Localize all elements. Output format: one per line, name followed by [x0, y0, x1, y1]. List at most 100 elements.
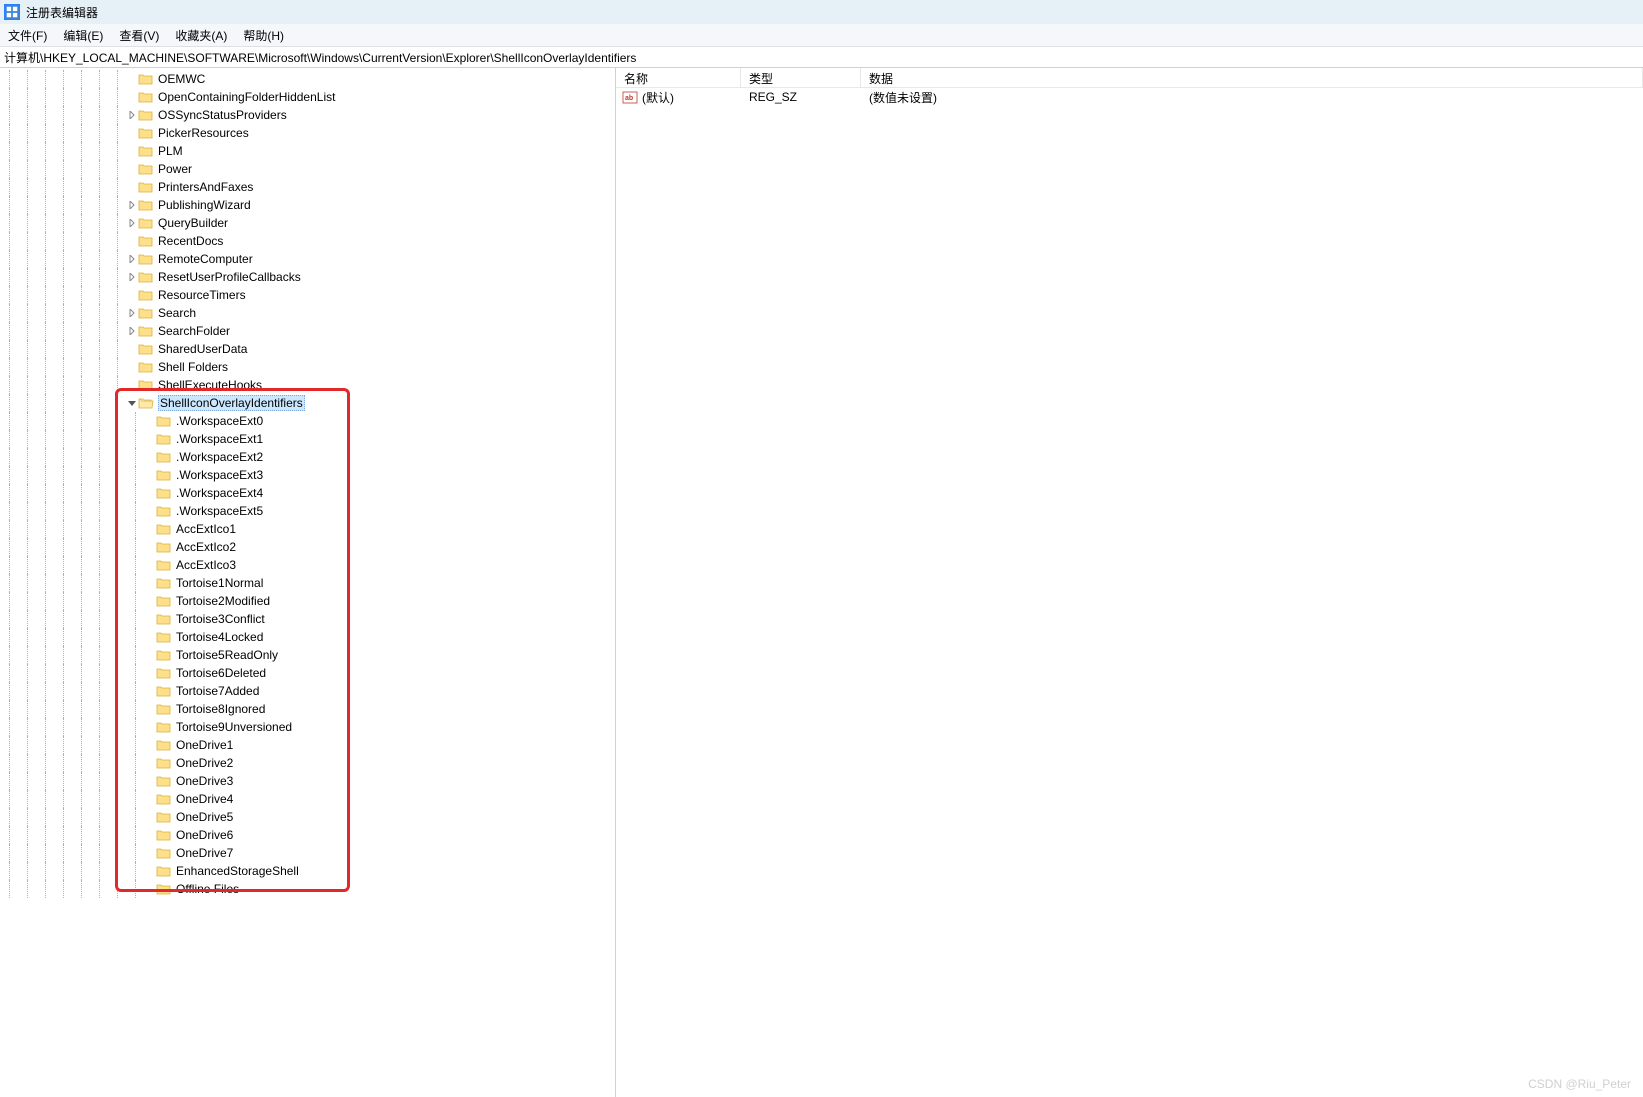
chevron-right-icon[interactable] — [126, 273, 138, 281]
chevron-right-icon[interactable] — [126, 201, 138, 209]
folder-icon — [156, 684, 172, 698]
tree-item[interactable]: OneDrive4 — [0, 790, 615, 808]
tree-item[interactable]: Tortoise6Deleted — [0, 664, 615, 682]
tree-item[interactable]: .WorkspaceExt0 — [0, 412, 615, 430]
folder-icon — [156, 864, 172, 878]
tree-item[interactable]: OpenContainingFolderHiddenList — [0, 88, 615, 106]
chevron-right-icon[interactable] — [126, 327, 138, 335]
tree-item[interactable]: Search — [0, 304, 615, 322]
tree-item[interactable]: PLM — [0, 142, 615, 160]
tree-item-label: ShellIconOverlayIdentifiers — [158, 395, 305, 411]
column-header-name[interactable]: 名称 — [616, 68, 741, 87]
folder-icon — [156, 702, 172, 716]
chevron-right-icon[interactable] — [126, 219, 138, 227]
tree-item[interactable]: RemoteComputer — [0, 250, 615, 268]
values-header: 名称 类型 数据 — [616, 68, 1643, 88]
tree-item[interactable]: Tortoise2Modified — [0, 592, 615, 610]
tree-item[interactable]: ResetUserProfileCallbacks — [0, 268, 615, 286]
chevron-right-icon[interactable] — [126, 309, 138, 317]
tree-item[interactable]: .WorkspaceExt3 — [0, 466, 615, 484]
tree-item[interactable]: RecentDocs — [0, 232, 615, 250]
tree-item-label: OpenContainingFolderHiddenList — [158, 90, 335, 104]
folder-icon — [138, 90, 154, 104]
tree-item[interactable]: Power — [0, 160, 615, 178]
tree-item[interactable]: Tortoise8Ignored — [0, 700, 615, 718]
tree-item[interactable]: OneDrive1 — [0, 736, 615, 754]
folder-icon — [138, 234, 154, 248]
menu-file[interactable]: 文件(F) — [8, 27, 47, 44]
tree-item-label: Tortoise3Conflict — [176, 612, 265, 626]
menu-favorites[interactable]: 收藏夹(A) — [175, 27, 227, 44]
tree-item[interactable]: OSSyncStatusProviders — [0, 106, 615, 124]
tree-item[interactable]: EnhancedStorageShell — [0, 862, 615, 880]
tree-item[interactable]: AccExtIco2 — [0, 538, 615, 556]
tree-item[interactable]: .WorkspaceExt1 — [0, 430, 615, 448]
folder-icon — [156, 720, 172, 734]
tree-item[interactable]: SearchFolder — [0, 322, 615, 340]
tree-item[interactable]: Tortoise3Conflict — [0, 610, 615, 628]
menu-edit[interactable]: 编辑(E) — [63, 27, 103, 44]
chevron-right-icon[interactable] — [126, 111, 138, 119]
folder-icon — [156, 648, 172, 662]
tree-item[interactable]: SharedUserData — [0, 340, 615, 358]
tree-item-label: SharedUserData — [158, 342, 247, 356]
tree-item[interactable]: OneDrive2 — [0, 754, 615, 772]
tree-item[interactable]: .WorkspaceExt5 — [0, 502, 615, 520]
tree-item[interactable]: PublishingWizard — [0, 196, 615, 214]
tree-item[interactable]: OneDrive3 — [0, 772, 615, 790]
address-text: 计算机\HKEY_LOCAL_MACHINE\SOFTWARE\Microsof… — [4, 49, 636, 66]
tree-item[interactable]: ResourceTimers — [0, 286, 615, 304]
folder-icon — [156, 774, 172, 788]
values-pane: 名称 类型 数据 ab(默认)REG_SZ(数值未设置) — [616, 68, 1643, 1097]
chevron-right-icon[interactable] — [126, 255, 138, 263]
tree-item[interactable]: Shell Folders — [0, 358, 615, 376]
folder-icon — [156, 576, 172, 590]
tree-item[interactable]: .WorkspaceExt4 — [0, 484, 615, 502]
address-bar[interactable]: 计算机\HKEY_LOCAL_MACHINE\SOFTWARE\Microsof… — [0, 46, 1643, 68]
folder-icon — [156, 666, 172, 680]
tree-item[interactable]: Tortoise4Locked — [0, 628, 615, 646]
tree-item-label: Power — [158, 162, 192, 176]
tree-item[interactable]: OneDrive6 — [0, 826, 615, 844]
tree-item[interactable]: .WorkspaceExt2 — [0, 448, 615, 466]
tree-item-label: OneDrive6 — [176, 828, 233, 842]
tree-item[interactable]: OEMWC — [0, 70, 615, 88]
tree-item[interactable]: AccExtIco3 — [0, 556, 615, 574]
chevron-down-icon[interactable] — [126, 399, 138, 407]
tree-item[interactable]: ShellExecuteHooks — [0, 376, 615, 394]
column-header-data[interactable]: 数据 — [861, 68, 1643, 87]
tree-item[interactable]: OneDrive7 — [0, 844, 615, 862]
tree-item-label: RecentDocs — [158, 234, 223, 248]
tree-item[interactable]: OneDrive5 — [0, 808, 615, 826]
folder-icon — [156, 846, 172, 860]
value-row[interactable]: ab(默认)REG_SZ(数值未设置) — [616, 88, 1643, 106]
tree-item[interactable]: Offline Files — [0, 880, 615, 898]
folder-icon — [156, 792, 172, 806]
tree-item-label: ResourceTimers — [158, 288, 246, 302]
folder-icon — [138, 108, 154, 122]
menu-view[interactable]: 查看(V) — [119, 27, 159, 44]
tree-item[interactable]: AccExtIco1 — [0, 520, 615, 538]
tree-item[interactable]: PrintersAndFaxes — [0, 178, 615, 196]
tree-item[interactable]: Tortoise5ReadOnly — [0, 646, 615, 664]
tree-item[interactable]: Tortoise7Added — [0, 682, 615, 700]
value-name: (默认) — [642, 89, 674, 106]
tree-item[interactable]: QueryBuilder — [0, 214, 615, 232]
folder-icon — [156, 810, 172, 824]
tree-scroll[interactable]: OEMWC OpenContainingFolderHiddenList OSSyn… — [0, 68, 615, 1097]
tree-item[interactable]: Tortoise1Normal — [0, 574, 615, 592]
folder-icon — [156, 468, 172, 482]
value-name-cell: ab (默认) — [616, 89, 741, 106]
tree-item-label: RemoteComputer — [158, 252, 253, 266]
menu-help[interactable]: 帮助(H) — [243, 27, 284, 44]
folder-icon — [138, 360, 154, 374]
folder-icon — [156, 414, 172, 428]
folder-icon — [156, 540, 172, 554]
tree-item[interactable]: Tortoise9Unversioned — [0, 718, 615, 736]
column-header-type[interactable]: 类型 — [741, 68, 861, 87]
tree-item[interactable]: ShellIconOverlayIdentifiers — [0, 394, 615, 412]
tree-item-label: Tortoise7Added — [176, 684, 259, 698]
svg-text:ab: ab — [625, 95, 633, 102]
tree-item[interactable]: PickerResources — [0, 124, 615, 142]
tree-item-label: .WorkspaceExt1 — [176, 432, 263, 446]
